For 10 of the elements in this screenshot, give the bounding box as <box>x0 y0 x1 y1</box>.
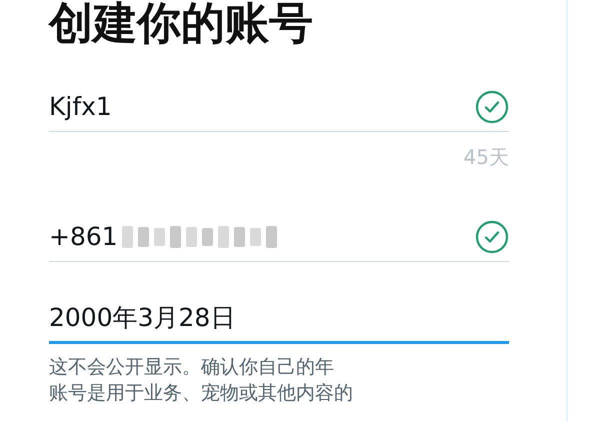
input-field[interactable]: 2000年3月28日 <box>49 294 509 344</box>
page-title: 创建你的账号 <box>49 2 314 46</box>
character-counter: 45天 <box>464 144 509 171</box>
input-field[interactable]: Kjfx1 <box>49 82 509 132</box>
input-field[interactable]: +861 <box>49 212 509 262</box>
hint-text: 账号是用于业务、宠物或其他内容的 <box>49 381 354 406</box>
hint-text: 这不会公开显示。确认你自己的年 <box>49 355 335 380</box>
field-value: +861 <box>49 220 118 253</box>
field-value: 2000年3月28日 <box>49 302 236 334</box>
field-value: Kjfx1 <box>49 90 112 123</box>
